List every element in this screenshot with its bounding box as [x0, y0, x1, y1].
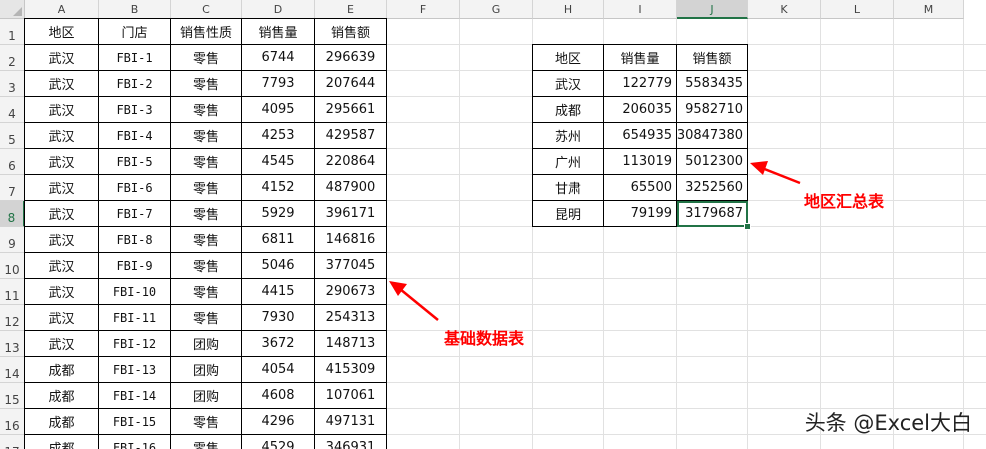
base-table-annotation: 基础数据表 — [444, 329, 525, 348]
annotation-arrows — [389, 161, 801, 321]
arrow-to-base-table — [389, 281, 439, 321]
watermark-text: 头条 @Excel大白 — [804, 411, 972, 435]
arrow-to-summary-table — [750, 161, 801, 185]
summary-table-annotation: 地区汇总表 — [804, 192, 885, 211]
spreadsheet-grid[interactable]: ABCDEFGHIJKLM1234567891011121314151617地区… — [0, 0, 986, 449]
